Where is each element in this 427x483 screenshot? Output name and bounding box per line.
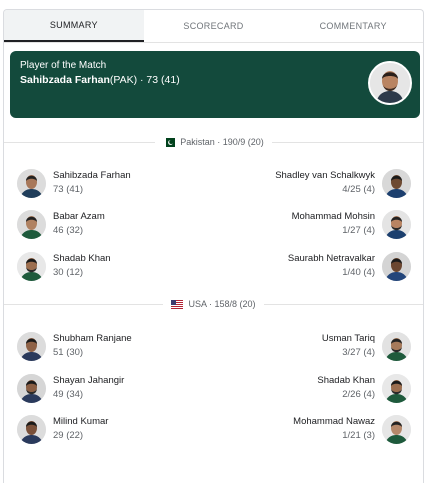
player-stat: 30 (12) bbox=[53, 267, 84, 278]
tab-commentary[interactable]: COMMENTARY bbox=[283, 10, 423, 42]
batter-row[interactable]: Milind Kumar 29 (22) bbox=[17, 415, 177, 445]
player-name: Mohammad Mohsin bbox=[291, 211, 375, 222]
innings-team-line: USA · 158/8 (20) bbox=[188, 299, 256, 309]
player-avatar bbox=[382, 374, 411, 403]
bowler-row[interactable]: Mohammad Mohsin 1/27 (4) bbox=[251, 210, 411, 240]
pakistan-flag-icon bbox=[163, 137, 176, 147]
innings-header-pakistan: Pakistan · 190/9 (20) bbox=[4, 134, 423, 150]
pom-player-team: (PAK) bbox=[109, 74, 138, 86]
player-stat: 3/27 (4) bbox=[342, 347, 375, 358]
innings-header-usa: USA · 158/8 (20) bbox=[4, 296, 423, 312]
usa-flag-icon bbox=[171, 299, 184, 309]
pom-player-score: · 73 (41) bbox=[137, 74, 180, 86]
tab-bar: SUMMARY SCORECARD COMMENTARY bbox=[4, 10, 423, 43]
player-of-match-name: Sahibzada Farhan(PAK) · 73 (41) bbox=[20, 74, 180, 86]
batter-row[interactable]: Sahibzada Farhan 73 (41) bbox=[17, 169, 177, 199]
player-stat: 51 (30) bbox=[53, 347, 84, 358]
bowler-row[interactable]: Shadab Khan 2/26 (4) bbox=[251, 374, 411, 404]
bowler-row[interactable]: Shadley van Schalkwyk 4/25 (4) bbox=[251, 169, 411, 199]
player-stat: 1/27 (4) bbox=[342, 225, 375, 236]
batter-row[interactable]: Shubham Ranjane 51 (30) bbox=[17, 332, 177, 362]
player-avatar bbox=[382, 169, 411, 198]
player-of-match-avatar bbox=[368, 61, 412, 105]
player-avatar bbox=[17, 415, 46, 444]
player-stat: 1/21 (3) bbox=[342, 430, 375, 441]
player-of-match-card[interactable]: Player of the Match Sahibzada Farhan(PAK… bbox=[10, 51, 420, 118]
player-name: Mohammad Nawaz bbox=[293, 416, 375, 427]
player-avatar bbox=[17, 332, 46, 361]
player-of-match-label: Player of the Match bbox=[20, 60, 107, 71]
player-name: Shayan Jahangir bbox=[53, 375, 125, 386]
player-avatar bbox=[17, 169, 46, 198]
tab-scorecard[interactable]: SCORECARD bbox=[144, 10, 284, 42]
player-avatar bbox=[17, 210, 46, 239]
player-name: Shubham Ranjane bbox=[53, 333, 132, 344]
player-avatar bbox=[382, 415, 411, 444]
player-name: Usman Tariq bbox=[321, 333, 375, 344]
pom-player-name: Sahibzada Farhan bbox=[20, 74, 110, 86]
batter-row[interactable]: Babar Azam 46 (32) bbox=[17, 210, 177, 240]
bowler-row[interactable]: Usman Tariq 3/27 (4) bbox=[251, 332, 411, 362]
player-name: Babar Azam bbox=[53, 211, 105, 222]
batter-row[interactable]: Shadab Khan 30 (12) bbox=[17, 252, 177, 282]
player-stat: 46 (32) bbox=[53, 225, 84, 236]
player-name: Shadab Khan bbox=[317, 375, 375, 386]
player-avatar bbox=[382, 210, 411, 239]
player-avatar bbox=[382, 252, 411, 281]
player-name: Shadab Khan bbox=[53, 253, 111, 264]
player-name: Saurabh Netravalkar bbox=[287, 253, 375, 264]
player-name: Sahibzada Farhan bbox=[53, 170, 131, 181]
player-name: Milind Kumar bbox=[53, 416, 109, 427]
player-stat: 4/25 (4) bbox=[342, 184, 375, 195]
player-stat: 29 (22) bbox=[53, 430, 84, 441]
player-stat: 73 (41) bbox=[53, 184, 84, 195]
player-avatar bbox=[17, 374, 46, 403]
tab-summary[interactable]: SUMMARY bbox=[4, 10, 144, 42]
match-summary-panel: SUMMARY SCORECARD COMMENTARY Player of t… bbox=[3, 9, 424, 483]
player-stat: 1/40 (4) bbox=[342, 267, 375, 278]
player-avatar bbox=[382, 332, 411, 361]
player-avatar bbox=[17, 252, 46, 281]
bowler-row[interactable]: Saurabh Netravalkar 1/40 (4) bbox=[251, 252, 411, 282]
player-name: Shadley van Schalkwyk bbox=[275, 170, 375, 181]
batter-row[interactable]: Shayan Jahangir 49 (34) bbox=[17, 374, 177, 404]
bowler-row[interactable]: Mohammad Nawaz 1/21 (3) bbox=[251, 415, 411, 445]
innings-team-line: Pakistan · 190/9 (20) bbox=[180, 137, 264, 147]
player-stat: 49 (34) bbox=[53, 389, 84, 400]
player-stat: 2/26 (4) bbox=[342, 389, 375, 400]
